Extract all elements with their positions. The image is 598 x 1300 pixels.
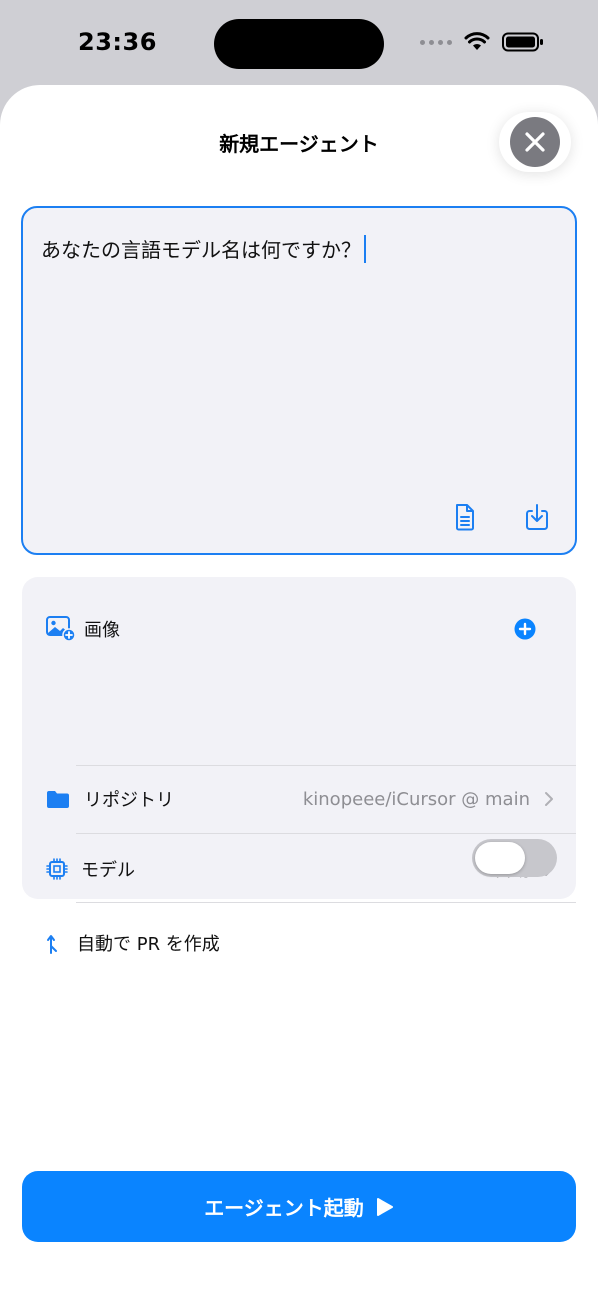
prompt-input[interactable]: あなたの言語モデル名は何ですか？: [21, 206, 577, 555]
download-tray-icon: [526, 504, 548, 530]
status-bar: 23:36: [0, 0, 598, 88]
auto-pr-row: 自動で PR を作成: [22, 923, 576, 963]
add-image-icon[interactable]: [514, 618, 536, 640]
auto-pr-toggle[interactable]: [472, 839, 557, 877]
auto-pr-label: 自動で PR を作成: [77, 934, 220, 955]
close-button[interactable]: [499, 112, 571, 172]
text-caret: [364, 234, 366, 263]
repository-label: リポジトリ: [84, 790, 174, 811]
chevron-right-icon: [545, 792, 553, 806]
settings-list: 画像 リポジトリ kinopeee/iCursor @ main モデル 自動で…: [22, 577, 576, 955]
prompt-text-wrap: あなたの言語モデル名は何ですか？: [41, 234, 366, 263]
document-button[interactable]: [451, 502, 479, 532]
play-icon: [376, 1197, 393, 1216]
image-label: 画像: [84, 620, 120, 641]
pull-request-icon: [47, 935, 57, 954]
launch-agent-label: エージェント起動: [204, 1196, 364, 1220]
image-row[interactable]: 画像: [22, 609, 576, 649]
import-button[interactable]: [523, 502, 551, 532]
new-agent-sheet: 新規エージェント あなたの言語モデル名は何ですか？ 画像 リポジトリ kinop…: [0, 85, 598, 1300]
divider: [76, 765, 576, 766]
cellular-signal-icon: [420, 39, 452, 45]
dynamic-island: [214, 19, 384, 69]
model-label: モデル: [81, 860, 135, 881]
battery-icon: [502, 32, 543, 52]
launch-agent-button[interactable]: エージェント起動: [22, 1171, 576, 1242]
divider: [76, 902, 576, 903]
document-icon: [456, 504, 474, 531]
folder-icon: [47, 791, 69, 808]
close-icon: [510, 117, 560, 167]
wifi-icon: [464, 32, 490, 50]
divider: [76, 833, 576, 834]
toggle-knob: [475, 842, 525, 874]
prompt-text: あなたの言語モデル名は何ですか？: [41, 238, 361, 262]
repository-value: kinopeee/iCursor @ main: [302, 788, 530, 810]
repository-row[interactable]: リポジトリ kinopeee/iCursor @ main: [22, 779, 576, 819]
status-icons: [420, 32, 544, 52]
add-photo-icon: [46, 616, 76, 642]
cpu-icon: [46, 858, 68, 880]
status-time: 23:36: [78, 28, 157, 56]
